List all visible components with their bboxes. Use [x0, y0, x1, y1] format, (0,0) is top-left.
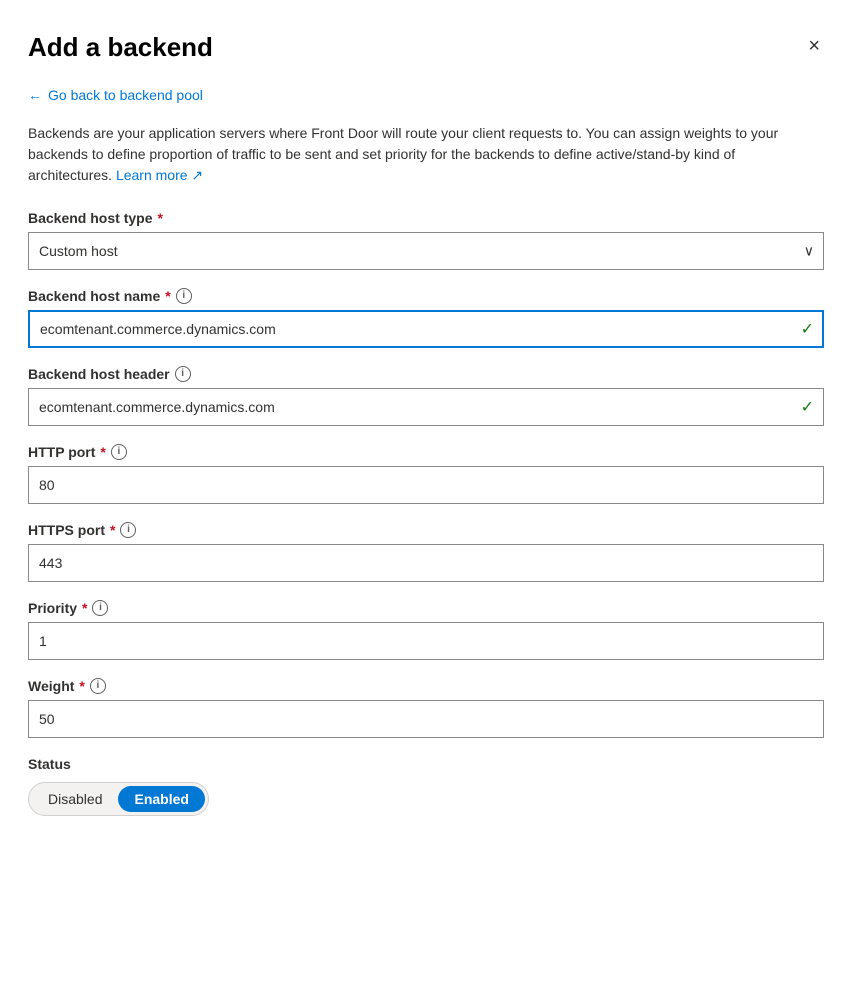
weight-label: Weight * i [28, 678, 824, 694]
check-icon: ✓ [801, 397, 814, 417]
backend-host-type-field: Backend host type * Custom host App serv… [28, 210, 824, 270]
status-disabled-option[interactable]: Disabled [32, 786, 118, 812]
required-star: * [157, 210, 162, 226]
priority-input-wrapper [28, 622, 824, 660]
backend-host-name-label: Backend host name * i [28, 288, 824, 304]
close-button[interactable]: × [804, 32, 824, 60]
page-title: Add a backend [28, 32, 213, 63]
https-port-label: HTTPS port * i [28, 522, 824, 538]
weight-input[interactable] [28, 700, 824, 738]
info-icon[interactable]: i [175, 366, 191, 382]
priority-field: Priority * i [28, 600, 824, 660]
status-toggle[interactable]: Disabled Enabled [28, 782, 209, 816]
priority-label: Priority * i [28, 600, 824, 616]
backend-host-header-field: Backend host header i ✓ [28, 366, 824, 426]
status-enabled-option[interactable]: Enabled [118, 786, 204, 812]
learn-more-link[interactable]: Learn more ↗ [116, 167, 203, 183]
check-icon: ✓ [801, 319, 814, 339]
backend-host-header-input[interactable] [28, 388, 824, 426]
info-icon[interactable]: i [92, 600, 108, 616]
https-port-input[interactable] [28, 544, 824, 582]
http-port-input-wrapper [28, 466, 824, 504]
back-link-label: Go back to backend pool [48, 87, 203, 103]
status-label: Status [28, 756, 824, 772]
backend-host-header-input-wrapper: ✓ [28, 388, 824, 426]
https-port-input-wrapper [28, 544, 824, 582]
info-icon[interactable]: i [111, 444, 127, 460]
backend-host-name-input-wrapper: ✓ [28, 310, 824, 348]
backend-host-type-select-wrapper: Custom host App service Cloud service St… [28, 232, 824, 270]
http-port-label: HTTP port * i [28, 444, 824, 460]
external-link-icon: ↗ [191, 167, 203, 183]
required-star: * [82, 600, 87, 616]
backend-host-type-label: Backend host type * [28, 210, 824, 226]
https-port-field: HTTPS port * i [28, 522, 824, 582]
description-text: Backends are your application servers wh… [28, 123, 818, 186]
status-field: Status Disabled Enabled [28, 756, 824, 816]
back-link[interactable]: ← Go back to backend pool [28, 87, 824, 103]
info-icon[interactable]: i [176, 288, 192, 304]
required-star: * [79, 678, 84, 694]
required-star: * [110, 522, 115, 538]
info-icon[interactable]: i [90, 678, 106, 694]
required-star: * [165, 288, 170, 304]
dialog-header: Add a backend × [28, 32, 824, 63]
weight-field: Weight * i [28, 678, 824, 738]
required-star: * [100, 444, 105, 460]
backend-host-type-select[interactable]: Custom host App service Cloud service St… [28, 232, 824, 270]
http-port-field: HTTP port * i [28, 444, 824, 504]
back-arrow-icon: ← [28, 87, 42, 103]
priority-input[interactable] [28, 622, 824, 660]
backend-host-header-label: Backend host header i [28, 366, 824, 382]
backend-host-name-input[interactable] [28, 310, 824, 348]
weight-input-wrapper [28, 700, 824, 738]
info-icon[interactable]: i [120, 522, 136, 538]
http-port-input[interactable] [28, 466, 824, 504]
backend-host-name-field: Backend host name * i ✓ [28, 288, 824, 348]
